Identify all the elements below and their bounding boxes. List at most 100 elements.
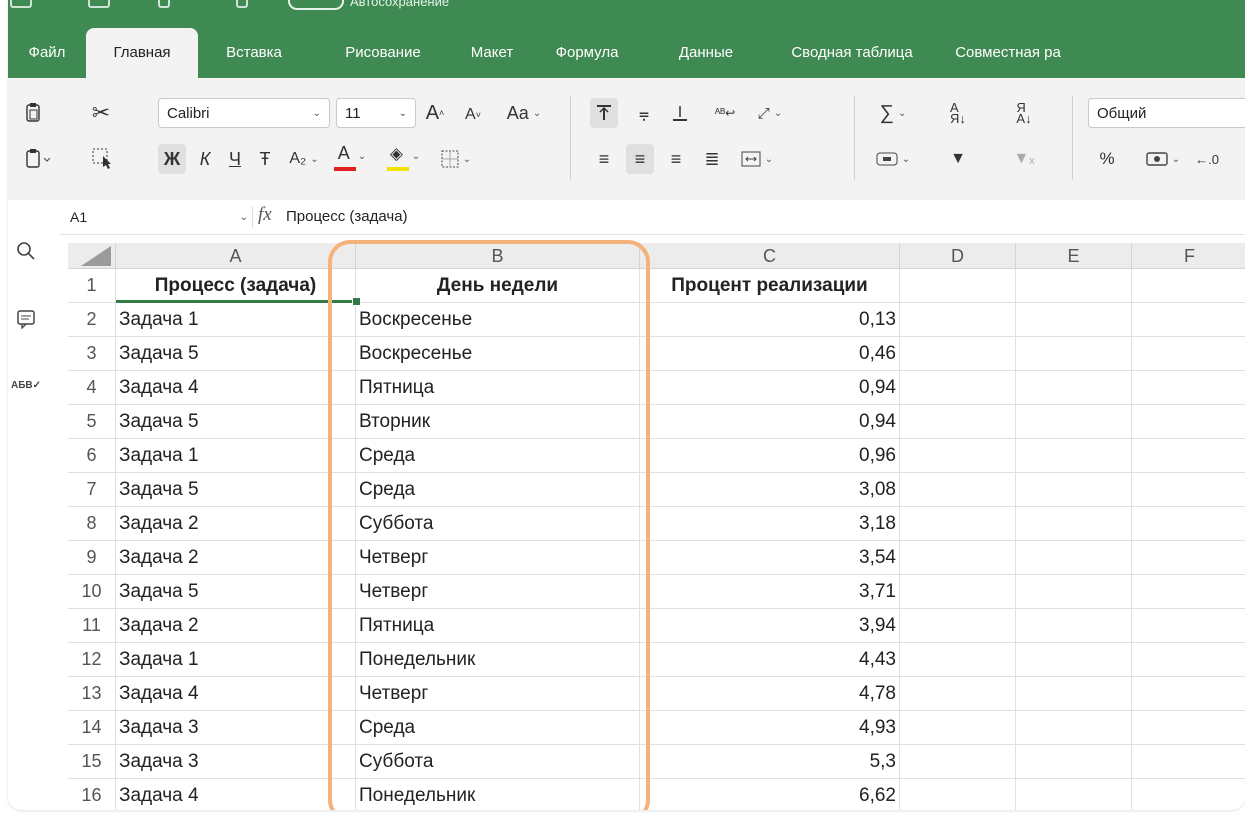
align-middle-icon[interactable]: ⩦ [630,98,658,128]
cell-b2[interactable]: Воскресенье [356,303,640,337]
currency-icon[interactable]: ⌄ [1138,144,1188,174]
cell-a13[interactable]: Задача 4 [116,677,356,711]
row-header[interactable]: 6 [68,439,116,473]
cell-c10[interactable]: 3,71 [640,575,900,609]
cell-c2[interactable]: 0,13 [640,303,900,337]
cell-a10[interactable]: Задача 5 [116,575,356,609]
decrease-decimal-icon[interactable]: ←.0 [1192,144,1222,174]
tab-6[interactable]: Формула [528,28,646,78]
percent-button[interactable]: % [1096,144,1118,174]
cell-c16[interactable]: 6,62 [640,779,900,810]
cell-b6[interactable]: Среда [356,439,640,473]
align-top-icon[interactable] [590,98,618,128]
empty-cell[interactable] [900,303,1016,337]
cell-b15[interactable]: Суббота [356,745,640,779]
cell-a15[interactable]: Задача 3 [116,745,356,779]
fill-handle[interactable] [352,297,361,306]
row-header[interactable]: 2 [68,303,116,337]
align-center-icon[interactable]: ≡ [626,144,654,174]
align-left-icon[interactable]: ≡ [590,144,618,174]
cell-c7[interactable]: 3,08 [640,473,900,507]
increase-font-icon[interactable]: A ˄ [422,98,448,128]
empty-cell[interactable] [1132,337,1245,371]
empty-cell[interactable] [1016,711,1132,745]
cell-a14[interactable]: Задача 3 [116,711,356,745]
row-header[interactable]: 7 [68,473,116,507]
cell-b11[interactable]: Пятница [356,609,640,643]
cell-b9[interactable]: Четверг [356,541,640,575]
empty-cell[interactable] [900,779,1016,810]
undo-icon[interactable] [158,0,170,8]
empty-cell[interactable] [900,711,1016,745]
empty-cell[interactable] [1132,507,1245,541]
empty-cell[interactable] [1016,609,1132,643]
column-header-c[interactable]: C [640,243,900,269]
cell-a2[interactable]: Задача 1 [116,303,356,337]
cell-c4[interactable]: 0,94 [640,371,900,405]
cut-icon[interactable]: ✂ [88,100,114,126]
empty-cell[interactable] [900,371,1016,405]
empty-cell[interactable] [1132,269,1245,303]
cell-b12[interactable]: Понедельник [356,643,640,677]
name-box[interactable]: A1 ⌄ [70,205,248,229]
empty-cell[interactable] [1132,609,1245,643]
cell-a5[interactable]: Задача 5 [116,405,356,439]
cell-b14[interactable]: Среда [356,711,640,745]
cell-c3[interactable]: 0,46 [640,337,900,371]
cell-a9[interactable]: Задача 2 [116,541,356,575]
font-size-select[interactable]: 11 ⌄ [336,98,416,128]
empty-cell[interactable] [1132,745,1245,779]
number-format-select[interactable]: Общий [1088,98,1245,128]
empty-cell[interactable] [1016,541,1132,575]
save-icon[interactable] [88,0,110,8]
cell-c9[interactable]: 3,54 [640,541,900,575]
empty-cell[interactable] [1132,575,1245,609]
cell-b5[interactable]: Вторник [356,405,640,439]
row-header[interactable]: 10 [68,575,116,609]
empty-cell[interactable] [1132,541,1245,575]
redo-icon[interactable] [236,0,248,8]
tab-9[interactable]: Совместная ра [938,28,1078,78]
cell-a11[interactable]: Задача 2 [116,609,356,643]
empty-cell[interactable] [900,405,1016,439]
empty-cell[interactable] [1016,405,1132,439]
empty-cell[interactable] [1016,269,1132,303]
clear-filter-icon[interactable]: ▼ₓ [1012,144,1036,174]
decrease-font-icon[interactable]: A ˅ [460,100,486,130]
column-header-e[interactable]: E [1016,243,1132,269]
empty-cell[interactable] [900,541,1016,575]
cell-c15[interactable]: 5,3 [640,745,900,779]
empty-cell[interactable] [1132,303,1245,337]
row-header[interactable]: 1 [68,269,116,303]
borders-icon[interactable]: ⌄ [434,144,478,174]
cell-c12[interactable]: 4,43 [640,643,900,677]
tab-8[interactable]: Сводная таблица [766,28,938,78]
cell-c6[interactable]: 0,96 [640,439,900,473]
cell-c8[interactable]: 3,18 [640,507,900,541]
fill-color-icon[interactable]: ◈ ⌄ [380,140,430,174]
row-header[interactable]: 16 [68,779,116,810]
cell-c11[interactable]: 3,94 [640,609,900,643]
empty-cell[interactable] [900,745,1016,779]
italic-button[interactable]: К [194,144,216,174]
font-color-icon[interactable]: A ⌄ [330,140,374,174]
tab-1[interactable]: Файл [8,28,86,78]
home-icon[interactable] [10,0,32,8]
row-header[interactable]: 3 [68,337,116,371]
filter-icon[interactable]: ▼ [946,144,970,174]
cell-b3[interactable]: Воскресенье [356,337,640,371]
empty-cell[interactable] [1132,405,1245,439]
cell-b1[interactable]: День недели [356,269,640,303]
empty-cell[interactable] [1016,303,1132,337]
column-header-b[interactable]: B [356,243,640,269]
font-name-select[interactable]: Calibri ⌄ [158,98,330,128]
empty-cell[interactable] [1132,643,1245,677]
row-header[interactable]: 12 [68,643,116,677]
cell-a4[interactable]: Задача 4 [116,371,356,405]
cell-b10[interactable]: Четверг [356,575,640,609]
cell-a1[interactable]: Процесс (задача) [116,269,356,303]
cell-b7[interactable]: Среда [356,473,640,507]
cell-b8[interactable]: Суббота [356,507,640,541]
row-header[interactable]: 4 [68,371,116,405]
empty-cell[interactable] [1016,337,1132,371]
